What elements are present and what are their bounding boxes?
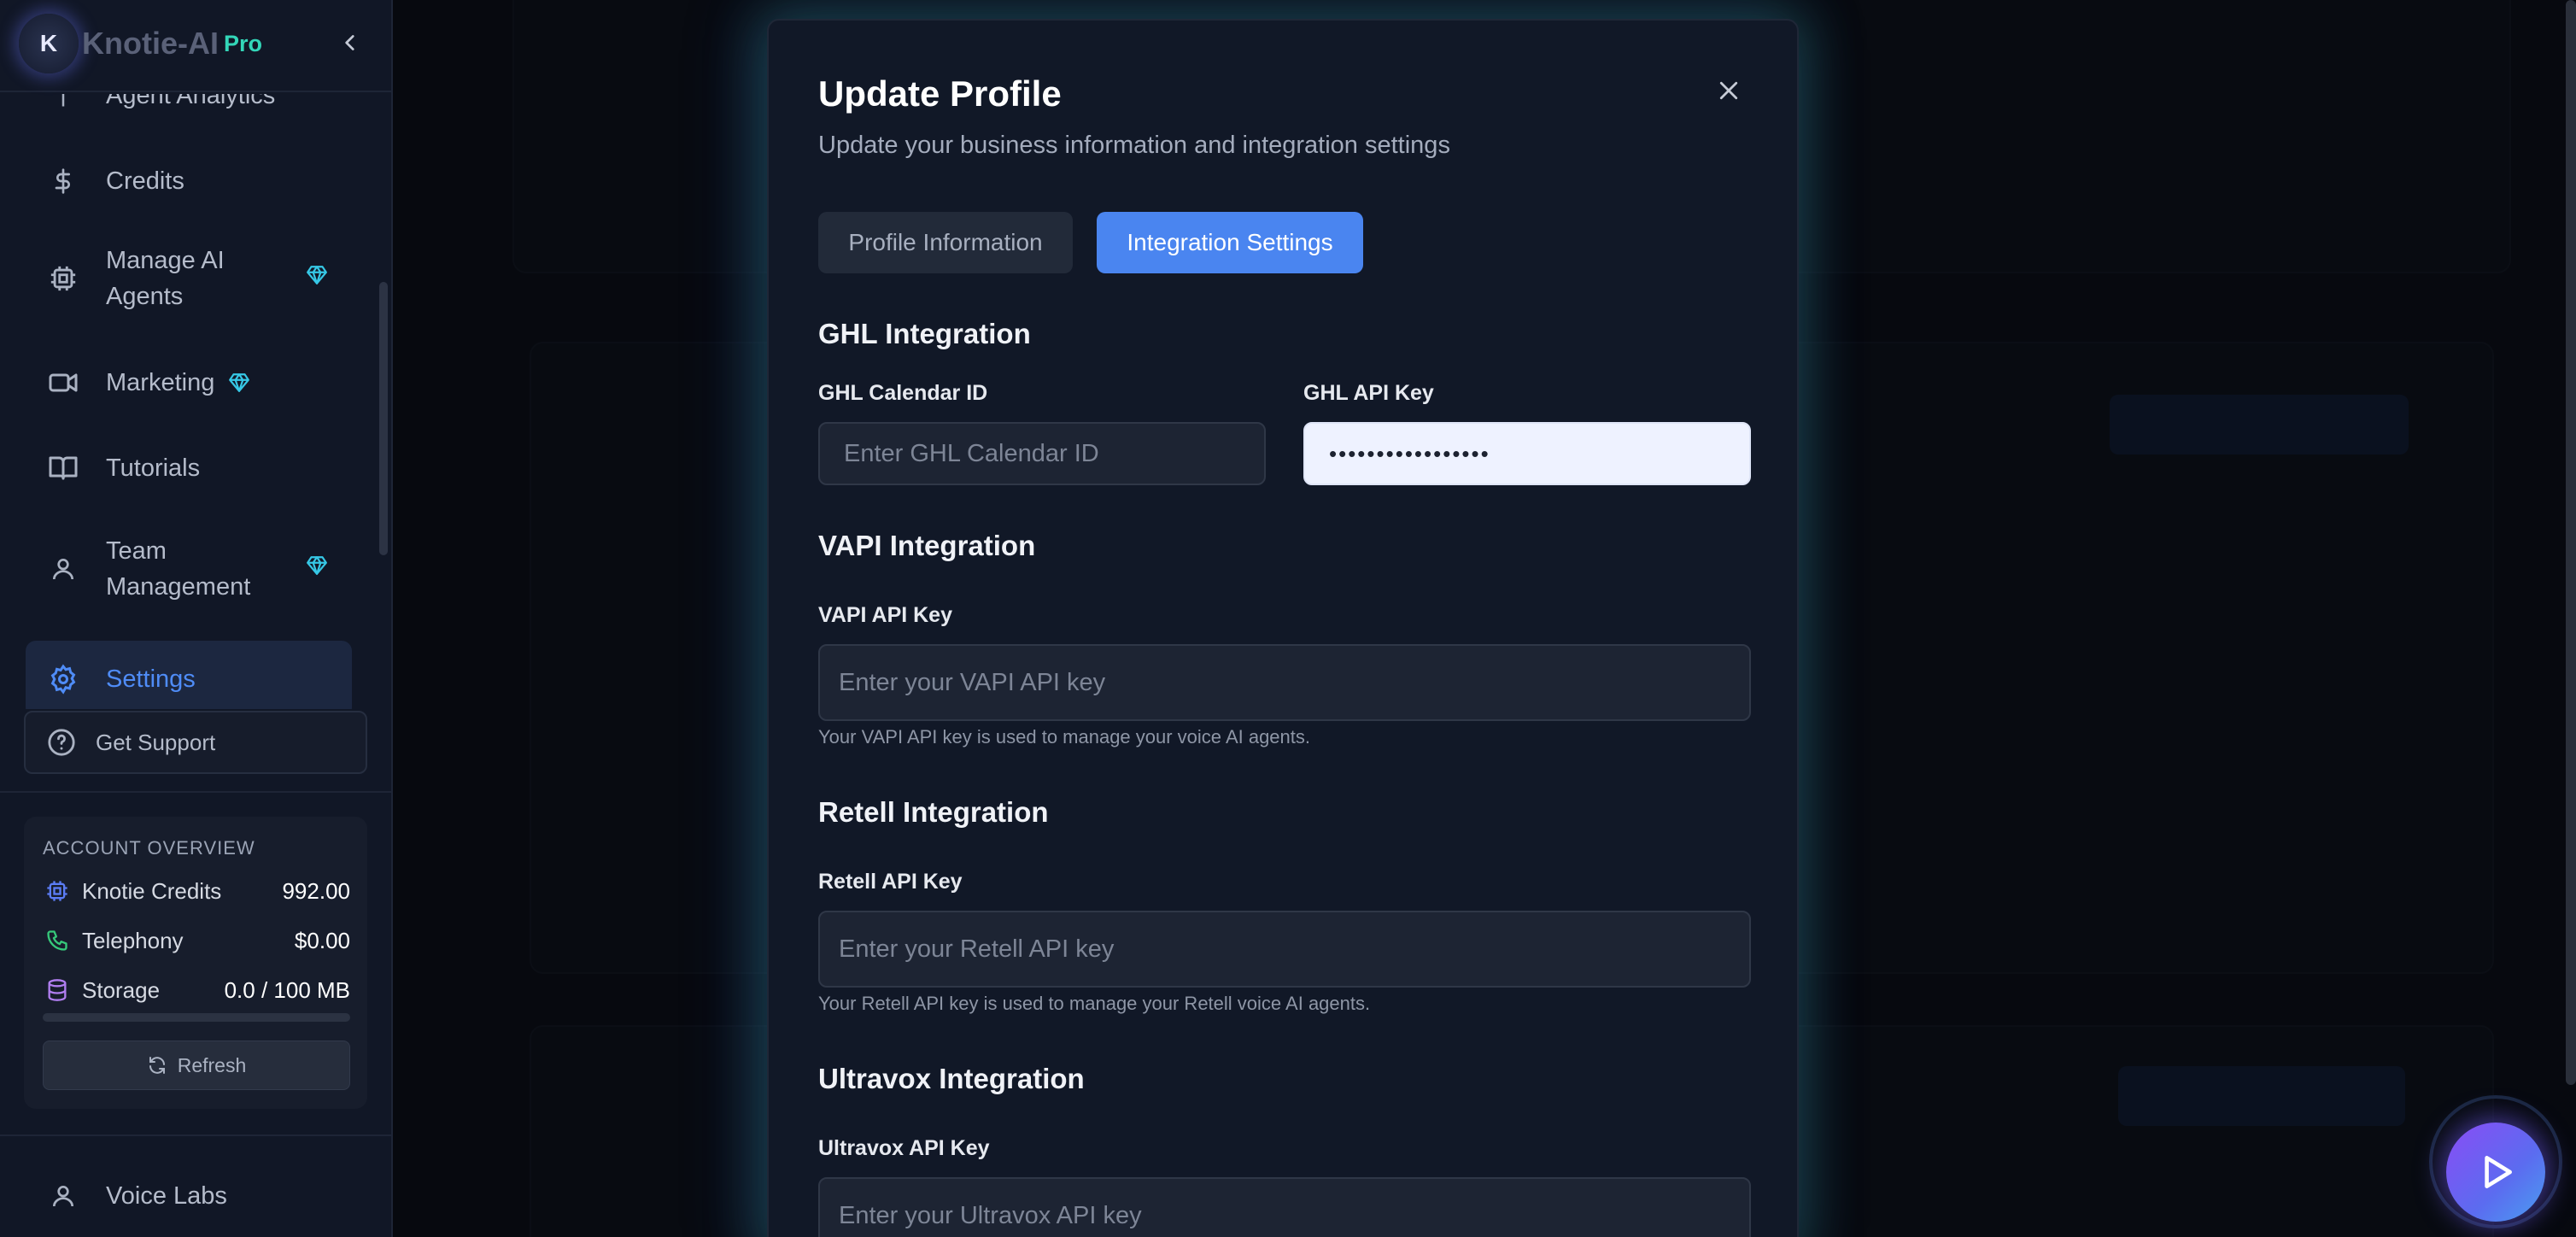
vapi-api-key-label: VAPI API Key bbox=[818, 603, 952, 627]
refresh-label: Refresh bbox=[177, 1053, 247, 1076]
tab-profile-information[interactable]: Profile Information bbox=[818, 212, 1073, 273]
ultravox-api-key-placeholder: Enter your Ultravox API key bbox=[839, 1201, 1142, 1229]
ultravox-api-key-label: Ultravox API Key bbox=[818, 1136, 990, 1160]
ghl-api-key-value: ••••••••••••••••• bbox=[1329, 440, 1490, 466]
premium-gem-icon bbox=[306, 264, 328, 293]
sidebar-item-label: Marketing bbox=[106, 369, 215, 396]
storage-value: 0.0 / 100 MB bbox=[224, 976, 350, 1003]
get-support-button[interactable]: Get Support bbox=[24, 711, 367, 774]
page-scrollbar[interactable] bbox=[2566, 0, 2576, 1085]
knotie-credits-row: Knotie Credits 992.00 bbox=[43, 876, 350, 906]
analytics-icon bbox=[44, 94, 82, 114]
modal-subtitle: Update your business information and int… bbox=[818, 132, 1450, 159]
sidebar-item-label: Voice Labs bbox=[106, 1181, 227, 1210]
sidebar-item-credits[interactable]: Credits bbox=[26, 149, 352, 214]
refresh-button[interactable]: Refresh bbox=[43, 1041, 350, 1090]
retell-api-key-input[interactable]: Enter your Retell API key bbox=[818, 911, 1751, 988]
play-icon bbox=[2485, 1156, 2512, 1188]
tab-integration-settings[interactable]: Integration Settings bbox=[1097, 212, 1363, 273]
sidebar-item-label: Credits bbox=[106, 167, 184, 195]
knotie-credits-label: Knotie Credits bbox=[82, 877, 222, 904]
sidebar-item-label: Tutorials bbox=[106, 454, 201, 482]
sidebar-item-settings[interactable]: Settings bbox=[26, 641, 352, 709]
video-icon bbox=[44, 364, 82, 402]
ghl-api-key-label: GHL API Key bbox=[1303, 381, 1434, 405]
get-support-label: Get Support bbox=[96, 729, 216, 755]
premium-gem-icon bbox=[306, 554, 328, 583]
storage-label: Storage bbox=[82, 976, 161, 1003]
telephony-value: $0.00 bbox=[294, 927, 350, 953]
collapse-sidebar-button[interactable] bbox=[333, 26, 367, 60]
vapi-api-key-hint: Your VAPI API key is used to manage your… bbox=[818, 726, 1311, 747]
account-overview-title: ACCOUNT OVERVIEW bbox=[43, 837, 255, 859]
retell-api-key-hint: Your Retell API key is used to manage yo… bbox=[818, 993, 1371, 1014]
close-modal-button[interactable] bbox=[1710, 72, 1748, 109]
database-icon bbox=[43, 976, 72, 1005]
ultravox-api-key-input[interactable]: Enter your Ultravox API key bbox=[818, 1177, 1751, 1237]
sidebar-item-marketing[interactable]: Marketing bbox=[26, 350, 352, 415]
book-icon bbox=[44, 449, 82, 487]
close-icon bbox=[1719, 81, 1738, 100]
sidebar-item-label: Agent Analytics bbox=[106, 94, 276, 109]
refresh-icon bbox=[147, 1055, 167, 1076]
sidebar-scrollbar-thumb[interactable] bbox=[379, 282, 388, 555]
logo[interactable]: K bbox=[19, 14, 79, 73]
help-circle-icon bbox=[44, 725, 79, 759]
logo-letter: K bbox=[39, 30, 58, 56]
sidebar-item-team-management[interactable]: Team Management bbox=[26, 526, 352, 612]
ghl-calendar-label: GHL Calendar ID bbox=[818, 381, 988, 405]
sidebar-header: K Knotie-AI Pro bbox=[0, 0, 391, 92]
sidebar-item-label: Team Management bbox=[106, 537, 251, 601]
telephony-label: Telephony bbox=[82, 927, 184, 953]
sidebar-nav: Agent Analytics Credits Manage AI Agents… bbox=[0, 94, 376, 709]
knotie-credits-value: 992.00 bbox=[282, 877, 350, 904]
tab-label: Integration Settings bbox=[1127, 229, 1333, 255]
vapi-section-heading: VAPI Integration bbox=[818, 530, 1036, 561]
sidebar-item-manage-ai-agents[interactable]: Manage AI Agents bbox=[26, 236, 352, 321]
account-overview-panel: ACCOUNT OVERVIEW Knotie Credits 992.00 T… bbox=[24, 817, 367, 1109]
brand-name: Knotie-AI bbox=[82, 26, 219, 61]
ultravox-section-heading: Ultravox Integration bbox=[818, 1063, 1085, 1094]
cpu-chip-icon bbox=[44, 260, 82, 297]
pro-badge: Pro bbox=[224, 31, 263, 56]
retell-api-key-label: Retell API Key bbox=[818, 870, 963, 894]
storage-row: Storage 0.0 / 100 MB bbox=[43, 976, 350, 1005]
retell-api-key-placeholder: Enter your Retell API key bbox=[839, 935, 1115, 963]
vapi-api-key-input[interactable]: Enter your VAPI API key bbox=[818, 644, 1751, 721]
tab-label: Profile Information bbox=[848, 229, 1043, 255]
phone-icon bbox=[43, 926, 72, 955]
ghl-api-key-input[interactable]: ••••••••••••••••• bbox=[1303, 422, 1751, 485]
sidebar-divider bbox=[0, 791, 391, 793]
voice-assistant-play-button[interactable] bbox=[2446, 1123, 2545, 1222]
ghl-section-heading: GHL Integration bbox=[818, 318, 1031, 349]
telephony-row: Telephony $0.00 bbox=[43, 926, 350, 955]
sidebar-item-voice-labs[interactable]: Voice Labs bbox=[26, 1177, 227, 1215]
sidebar: Agent Analytics Credits Manage AI Agents… bbox=[0, 0, 393, 1237]
vapi-api-key-placeholder: Enter your VAPI API key bbox=[839, 668, 1106, 696]
sidebar-item-tutorials[interactable]: Tutorials bbox=[26, 436, 352, 501]
modal-title: Update Profile bbox=[818, 73, 1062, 114]
sidebar-item-label: Manage AI Agents bbox=[106, 247, 225, 310]
sidebar-item-agent-analytics[interactable]: Agent Analytics bbox=[26, 94, 352, 120]
chevron-left-icon bbox=[345, 35, 354, 50]
sidebar-item-label: Settings bbox=[106, 665, 196, 693]
sidebar-divider bbox=[0, 1134, 391, 1136]
cpu-chip-icon bbox=[43, 876, 72, 906]
gear-icon bbox=[44, 660, 82, 698]
user-icon bbox=[44, 550, 82, 588]
storage-progress-bar bbox=[43, 1013, 350, 1022]
ghl-calendar-input[interactable]: Enter GHL Calendar ID bbox=[818, 422, 1266, 485]
ghl-calendar-placeholder: Enter GHL Calendar ID bbox=[844, 439, 1099, 467]
dollar-icon bbox=[44, 162, 82, 200]
user-icon bbox=[44, 1177, 82, 1215]
premium-gem-icon bbox=[228, 372, 250, 394]
retell-section-heading: Retell Integration bbox=[818, 796, 1049, 828]
update-profile-modal: Update Profile Update your business info… bbox=[767, 19, 1799, 1237]
